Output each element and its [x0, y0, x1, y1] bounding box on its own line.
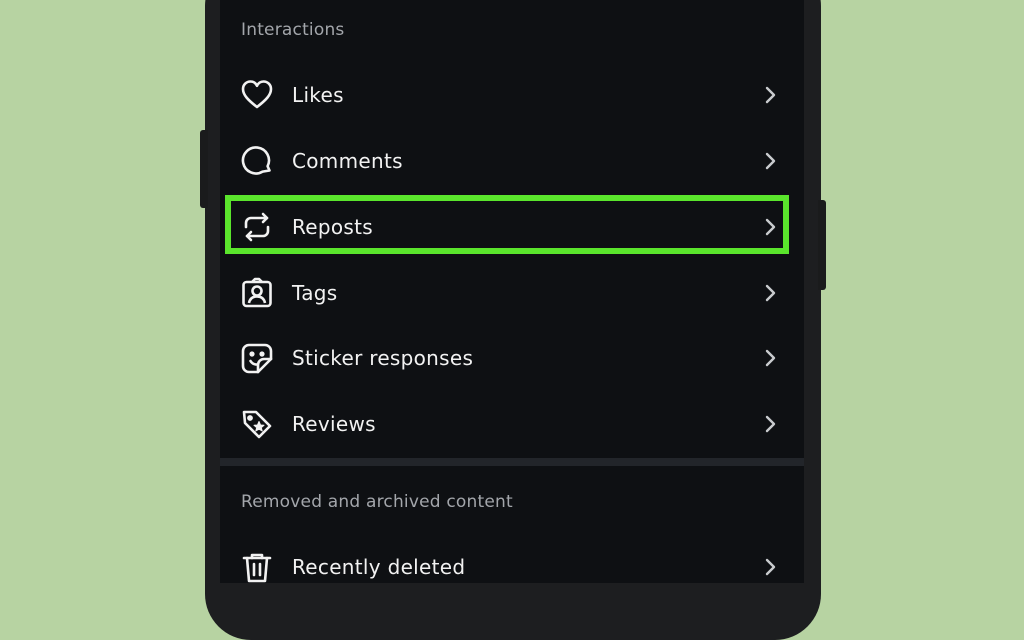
- recently-deleted-row[interactable]: Recently deleted: [220, 536, 804, 583]
- comments-row[interactable]: Comments: [220, 130, 804, 192]
- chevron-right-icon: [760, 215, 780, 239]
- likes-label: Likes: [292, 83, 344, 107]
- sticker-icon: [240, 341, 274, 375]
- reposts-label: Reposts: [292, 215, 374, 239]
- comments-label: Comments: [292, 149, 403, 173]
- phone-volume-button: [818, 200, 826, 290]
- interactions-header: Interactions: [241, 20, 345, 40]
- recently-deleted-label: Recently deleted: [292, 555, 466, 579]
- chevron-right-icon: [760, 83, 780, 107]
- chevron-right-icon: [760, 346, 780, 370]
- sticker-responses-row[interactable]: Sticker responses: [220, 327, 804, 389]
- phone-side-button: [200, 130, 208, 208]
- comment-icon: [240, 144, 274, 178]
- sticker-responses-label: Sticker responses: [292, 346, 474, 370]
- tags-label: Tags: [292, 281, 338, 305]
- chevron-right-icon: [760, 555, 780, 579]
- likes-row[interactable]: Likes: [220, 64, 804, 126]
- section-divider: [220, 458, 804, 466]
- activity-screen: Interactions Likes Comments Reposts Tags…: [220, 0, 804, 583]
- review-tag-icon: [240, 407, 274, 441]
- removed-archived-header: Removed and archived content: [241, 492, 513, 512]
- chevron-right-icon: [760, 412, 780, 436]
- trash-icon: [240, 550, 274, 583]
- tag-person-icon: [240, 276, 274, 310]
- reposts-row[interactable]: Reposts: [220, 196, 804, 258]
- tags-row[interactable]: Tags: [220, 262, 804, 324]
- chevron-right-icon: [760, 149, 780, 173]
- reviews-row[interactable]: Reviews: [220, 393, 804, 455]
- repost-icon: [240, 210, 274, 244]
- chevron-right-icon: [760, 281, 780, 305]
- heart-icon: [240, 78, 274, 112]
- reviews-label: Reviews: [292, 412, 376, 436]
